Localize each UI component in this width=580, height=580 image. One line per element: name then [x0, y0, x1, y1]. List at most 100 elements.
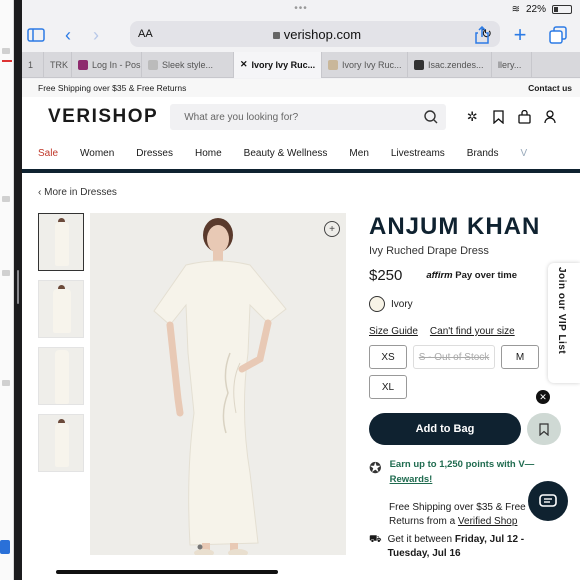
background-control [2, 196, 10, 202]
size-option-out-of-stock: S - Out of Stock [413, 345, 495, 369]
forward-icon[interactable]: › [82, 21, 110, 49]
size-option[interactable]: XS [369, 345, 407, 369]
web-page: Free Shipping over $35 & Free Returns Co… [22, 79, 580, 580]
contact-link[interactable]: Contact us [528, 83, 572, 93]
background-control [2, 48, 10, 54]
close-tab-icon[interactable]: ✕ [240, 59, 248, 70]
background-accent [2, 60, 12, 62]
nav-item-women[interactable]: Women [80, 148, 114, 159]
delivery-prefix: Get it between [387, 534, 453, 546]
size-option[interactable]: XL [369, 375, 407, 399]
search-placeholder: What are you looking for? [184, 111, 299, 123]
size-option[interactable]: M [501, 345, 539, 369]
nav-item-brands[interactable]: Brands [467, 148, 499, 159]
search-input[interactable]: What are you looking for? [170, 104, 447, 130]
rewards-link[interactable]: Rewards! [390, 472, 535, 487]
verified-shop-link[interactable]: Verified Shop [458, 516, 518, 527]
tab-item-active[interactable]: ✕ Ivory Ivy Ruc... [234, 51, 322, 78]
split-view-divider[interactable] [14, 0, 22, 580]
delivery-dates-end: Tuesday, Jul 16 [387, 548, 461, 560]
product-price: $250 [369, 267, 403, 284]
tab-item[interactable]: Isac.zendes... [408, 51, 492, 78]
delivery-estimate: ⛟ Get it between Friday, Jul 12 - Tuesda… [369, 533, 579, 561]
bag-icon[interactable] [516, 109, 532, 125]
lock-icon [272, 31, 280, 39]
close-icon[interactable]: ✕ [536, 390, 550, 404]
new-tab-icon[interactable]: + [506, 21, 534, 49]
nav-item-sale[interactable]: Sale [38, 148, 58, 159]
thumbnail-image[interactable] [38, 280, 84, 338]
rewards-icon[interactable]: ✲ [464, 109, 480, 125]
save-item-button[interactable] [527, 413, 561, 445]
thumbnail-image[interactable] [38, 347, 84, 405]
url-text: verishop.com [283, 26, 362, 42]
divider-grip[interactable] [17, 270, 19, 304]
home-indicator[interactable] [56, 570, 278, 574]
nav-item-beauty[interactable]: Beauty & Wellness [244, 148, 328, 159]
add-to-bag-button[interactable]: Add to Bag [369, 413, 521, 445]
bookmark-icon[interactable] [490, 109, 506, 125]
sidebar-icon[interactable] [22, 21, 50, 49]
color-label: Ivory [391, 298, 413, 310]
battery-icon [552, 4, 572, 14]
background-blue-button [0, 540, 10, 554]
zoom-icon[interactable]: + [324, 221, 340, 237]
category-nav: Sale Women Dresses Home Beauty & Wellnes… [22, 137, 580, 173]
tab-item[interactable]: llery... [492, 51, 532, 78]
nav-item-more[interactable]: V [520, 148, 527, 159]
tab-item[interactable]: Ivory Ivy Ruc... [322, 51, 408, 78]
tab-item[interactable]: Log In - Pos [72, 51, 142, 78]
search-icon[interactable] [424, 110, 438, 124]
account-icon[interactable] [542, 109, 558, 125]
back-icon[interactable]: ‹ [54, 21, 82, 49]
cant-find-size-link[interactable]: Can't find your size [430, 326, 515, 337]
background-app-strip [0, 0, 14, 580]
address-bar[interactable]: AA verishop.com ↻ [130, 21, 500, 47]
bookmark-icon [539, 422, 549, 436]
nav-item-dresses[interactable]: Dresses [136, 148, 173, 159]
tab-favicon [148, 59, 158, 70]
product-brand[interactable]: ANJUM KHAN [369, 213, 579, 241]
affirm-text: Pay over time [455, 270, 518, 281]
share-icon[interactable] [468, 21, 496, 49]
nav-item-livestreams[interactable]: Livestreams [391, 148, 445, 159]
color-swatch-ivory[interactable] [369, 296, 385, 312]
tab-favicon [414, 59, 424, 70]
affirm-logo: affirm [426, 270, 453, 281]
vip-signup-tab[interactable]: Join our VIP List [548, 263, 580, 383]
tab-item[interactable]: 1 [22, 51, 44, 78]
chat-icon [539, 494, 557, 507]
promo-text: Free Shipping over $35 & Free Returns [38, 83, 187, 93]
rewards-badge-icon: ✪ [369, 460, 382, 477]
browser-toolbar: ‹ › AA verishop.com ↻ + [22, 18, 580, 52]
thumbnail-image[interactable] [38, 213, 84, 271]
vip-label: Join our VIP List [556, 267, 567, 355]
points-text: Earn up to 1,250 points with V— [389, 459, 535, 470]
site-header: VERISHOP What are you looking for? ✲ [22, 97, 580, 137]
background-control [2, 270, 10, 276]
affirm-promo[interactable]: affirm Pay over time [426, 270, 517, 281]
shipping-line-2: Returns from a [389, 516, 456, 528]
background-control [2, 380, 10, 386]
size-guide-link[interactable]: Size Guide [369, 326, 418, 337]
site-logo[interactable]: VERISHOP [48, 106, 158, 128]
status-bar: ••• ≋ 22% [22, 0, 580, 18]
nav-item-men[interactable]: Men [349, 148, 368, 159]
breadcrumb[interactable]: ‹ More in Dresses [38, 187, 117, 198]
product-image[interactable]: + [90, 213, 346, 555]
tab-item[interactable]: Sleek style... [142, 51, 234, 78]
chat-button[interactable] [528, 481, 568, 521]
size-selector: XS S - Out of Stock M XL [369, 345, 549, 399]
delivery-dates: Friday, Jul 12 - [454, 534, 525, 546]
tab-item[interactable]: TRK [44, 51, 72, 78]
thumbnail-image[interactable] [38, 414, 84, 472]
tab-favicon [328, 59, 338, 70]
reader-aa-button[interactable]: AA [138, 28, 153, 40]
tab-overview-icon[interactable] [544, 21, 572, 49]
tab-bar: 1 TRK Log In - Pos Sleek style... ✕ Ivory… [22, 51, 580, 78]
promo-bar: Free Shipping over $35 & Free Returns Co… [22, 79, 580, 97]
tab-favicon [78, 59, 88, 70]
product-name: Ivy Ruched Drape Dress [369, 245, 489, 257]
multitask-dots[interactable]: ••• [22, 3, 580, 14]
nav-item-home[interactable]: Home [195, 148, 222, 159]
